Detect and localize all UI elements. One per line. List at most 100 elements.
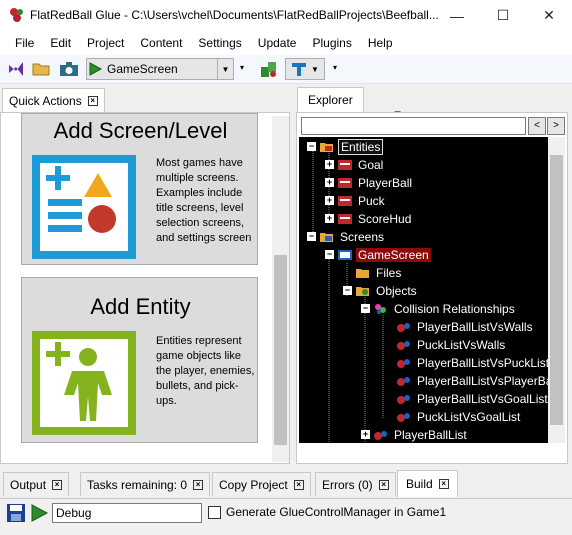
toolbar-overflow-icon[interactable]: ▾	[333, 63, 337, 72]
tree-node-objects[interactable]: − Objects	[343, 282, 419, 299]
entity-icon	[338, 195, 352, 206]
forward-button[interactable]: >	[547, 117, 565, 135]
tree-node-label: PlayerBall	[358, 175, 413, 190]
expand-icon[interactable]: +	[325, 178, 334, 187]
collapse-icon[interactable]: −	[307, 232, 316, 241]
save-icon[interactable]	[6, 503, 26, 523]
quick-actions-scroll-thumb[interactable]	[274, 255, 287, 445]
collision-relationship-icon	[397, 340, 410, 350]
tree-node-collision-relationships[interactable]: − Collision Relationships	[361, 300, 517, 317]
tree-node-label: Goal	[358, 157, 384, 172]
tab-explorer[interactable]: Explorer	[297, 87, 364, 112]
tree-node-goal[interactable]: + Goal	[325, 156, 385, 173]
tree-node-collision-item[interactable]: PuckListVsGoalList	[397, 408, 522, 425]
menu-project[interactable]: Project	[79, 31, 132, 55]
tree-node-scorehud[interactable]: + ScoreHud	[325, 210, 413, 227]
expand-icon[interactable]: +	[325, 160, 334, 169]
expand-icon[interactable]: +	[361, 430, 370, 439]
tree-node-collision-item[interactable]: PlayerBallListVsGoalList	[397, 390, 548, 407]
search-input[interactable]	[301, 117, 526, 135]
open-folder-icon[interactable]	[30, 58, 52, 80]
entity-icon	[338, 177, 352, 188]
run-icon[interactable]	[29, 503, 49, 523]
title-bar: FlatRedBall Glue - C:\Users\vchel\Docume…	[0, 0, 572, 31]
glue-icon[interactable]	[258, 58, 280, 80]
tool-dropdown[interactable]: ▼	[285, 58, 325, 80]
close-icon[interactable]: ×	[193, 479, 204, 490]
tab-copy-project[interactable]: Copy Project ×	[212, 472, 311, 496]
files-icon	[356, 268, 369, 278]
close-icon[interactable]: ×	[293, 479, 304, 490]
close-button[interactable]: ✕	[526, 0, 572, 31]
close-icon[interactable]: ×	[87, 95, 98, 106]
tab-build[interactable]: Build ×	[397, 470, 458, 497]
tree-node-collision-item[interactable]: PlayerBallListVsPuckList	[397, 354, 548, 371]
collision-icon	[375, 303, 386, 314]
tree-node-playerball[interactable]: + PlayerBall	[325, 174, 414, 191]
explorer-tree: − Entities + Goal + PlayerBall + Puck + …	[299, 137, 548, 443]
tab-label: Output	[10, 477, 47, 492]
tab-quick-actions[interactable]: Quick Actions ×	[2, 88, 105, 112]
folder-icon	[320, 142, 333, 152]
entity-icon	[338, 213, 352, 224]
menu-bar: File Edit Project Content Settings Updat…	[0, 31, 572, 55]
minimize-button[interactable]: —	[434, 0, 480, 31]
tree-node-screens[interactable]: − Screens	[307, 228, 386, 245]
menu-help[interactable]: Help	[360, 31, 401, 55]
menu-settings[interactable]: Settings	[190, 31, 249, 55]
menu-edit[interactable]: Edit	[42, 31, 79, 55]
menu-plugins[interactable]: Plugins	[304, 31, 359, 55]
collision-relationship-icon	[397, 358, 410, 368]
tree-node-playerballlist[interactable]: + PlayerBallList	[361, 426, 469, 443]
tree-node-collision-item[interactable]: PlayerBallListVsWalls	[397, 318, 535, 335]
entity-icon	[338, 159, 352, 170]
card-title: Add Screen/Level	[53, 118, 228, 143]
camera-icon[interactable]	[58, 58, 80, 80]
window-title: FlatRedBall Glue - C:\Users\vchel\Docume…	[30, 8, 439, 22]
tree-node-collision-item[interactable]: PuckListVsWalls	[397, 336, 507, 353]
generate-glue-control-checkbox[interactable]	[208, 506, 221, 519]
collision-relationship-icon	[397, 394, 410, 404]
build-configuration-input[interactable]: Debug	[52, 503, 202, 523]
screen-selector[interactable]: GameScreen ▼	[86, 58, 234, 80]
maximize-button[interactable]: ☐	[480, 0, 526, 31]
close-icon[interactable]: ×	[378, 479, 389, 490]
close-icon[interactable]: ×	[52, 479, 63, 490]
expand-icon[interactable]: +	[325, 214, 334, 223]
menu-update[interactable]: Update	[250, 31, 305, 55]
tree-node-files[interactable]: Files	[356, 264, 403, 281]
explorer-scroll-thumb[interactable]	[550, 155, 563, 425]
menu-file[interactable]: File	[0, 31, 42, 55]
tree-node-label: Collision Relationships	[394, 301, 515, 316]
play-icon[interactable]	[87, 61, 103, 77]
add-entity-icon	[32, 331, 136, 435]
tab-errors[interactable]: Errors (0) ×	[315, 472, 396, 496]
tree-node-puck[interactable]: + Puck	[325, 192, 387, 209]
collapse-icon[interactable]: −	[361, 304, 370, 313]
collapse-icon[interactable]: −	[325, 250, 334, 259]
add-screen-card[interactable]: Add Screen/Level Most games have multipl…	[21, 113, 258, 265]
tree-node-label: PlayerBallListVsGoalList	[417, 391, 548, 406]
tree-node-entities[interactable]: − Entities	[307, 138, 384, 155]
tree-node-collision-item[interactable]: PlayerBallListVsPlayerBal	[397, 372, 548, 389]
tree-node-gamescreen[interactable]: − GameScreen	[325, 246, 431, 263]
add-entity-card[interactable]: Add Entity Entities represent game objec…	[21, 277, 258, 443]
tree-node-label: PlayerBallList	[394, 427, 467, 442]
tree-node-label: Objects	[376, 283, 417, 298]
collapse-icon[interactable]: −	[343, 286, 352, 295]
close-icon[interactable]: ×	[438, 479, 449, 489]
tab-output[interactable]: Output ×	[3, 472, 70, 496]
tab-label: Tasks remaining: 0	[87, 477, 188, 492]
screen-icon	[338, 249, 352, 260]
expand-icon[interactable]: +	[325, 196, 334, 205]
toolbar: GameScreen ▼ ▾ ▼ ▾	[0, 55, 572, 84]
card-description: Entities represent game objects like the…	[156, 335, 255, 407]
toolbar-overflow-icon[interactable]: ▾	[240, 63, 244, 72]
tree-node-label: Entities	[338, 138, 384, 155]
chevron-down-icon[interactable]: ▼	[217, 59, 233, 79]
tab-tasks[interactable]: Tasks remaining: 0 ×	[80, 472, 211, 496]
collapse-icon[interactable]: −	[307, 142, 316, 151]
visual-studio-icon[interactable]	[5, 58, 27, 80]
menu-content[interactable]: Content	[132, 31, 190, 55]
back-button[interactable]: <	[528, 117, 546, 135]
